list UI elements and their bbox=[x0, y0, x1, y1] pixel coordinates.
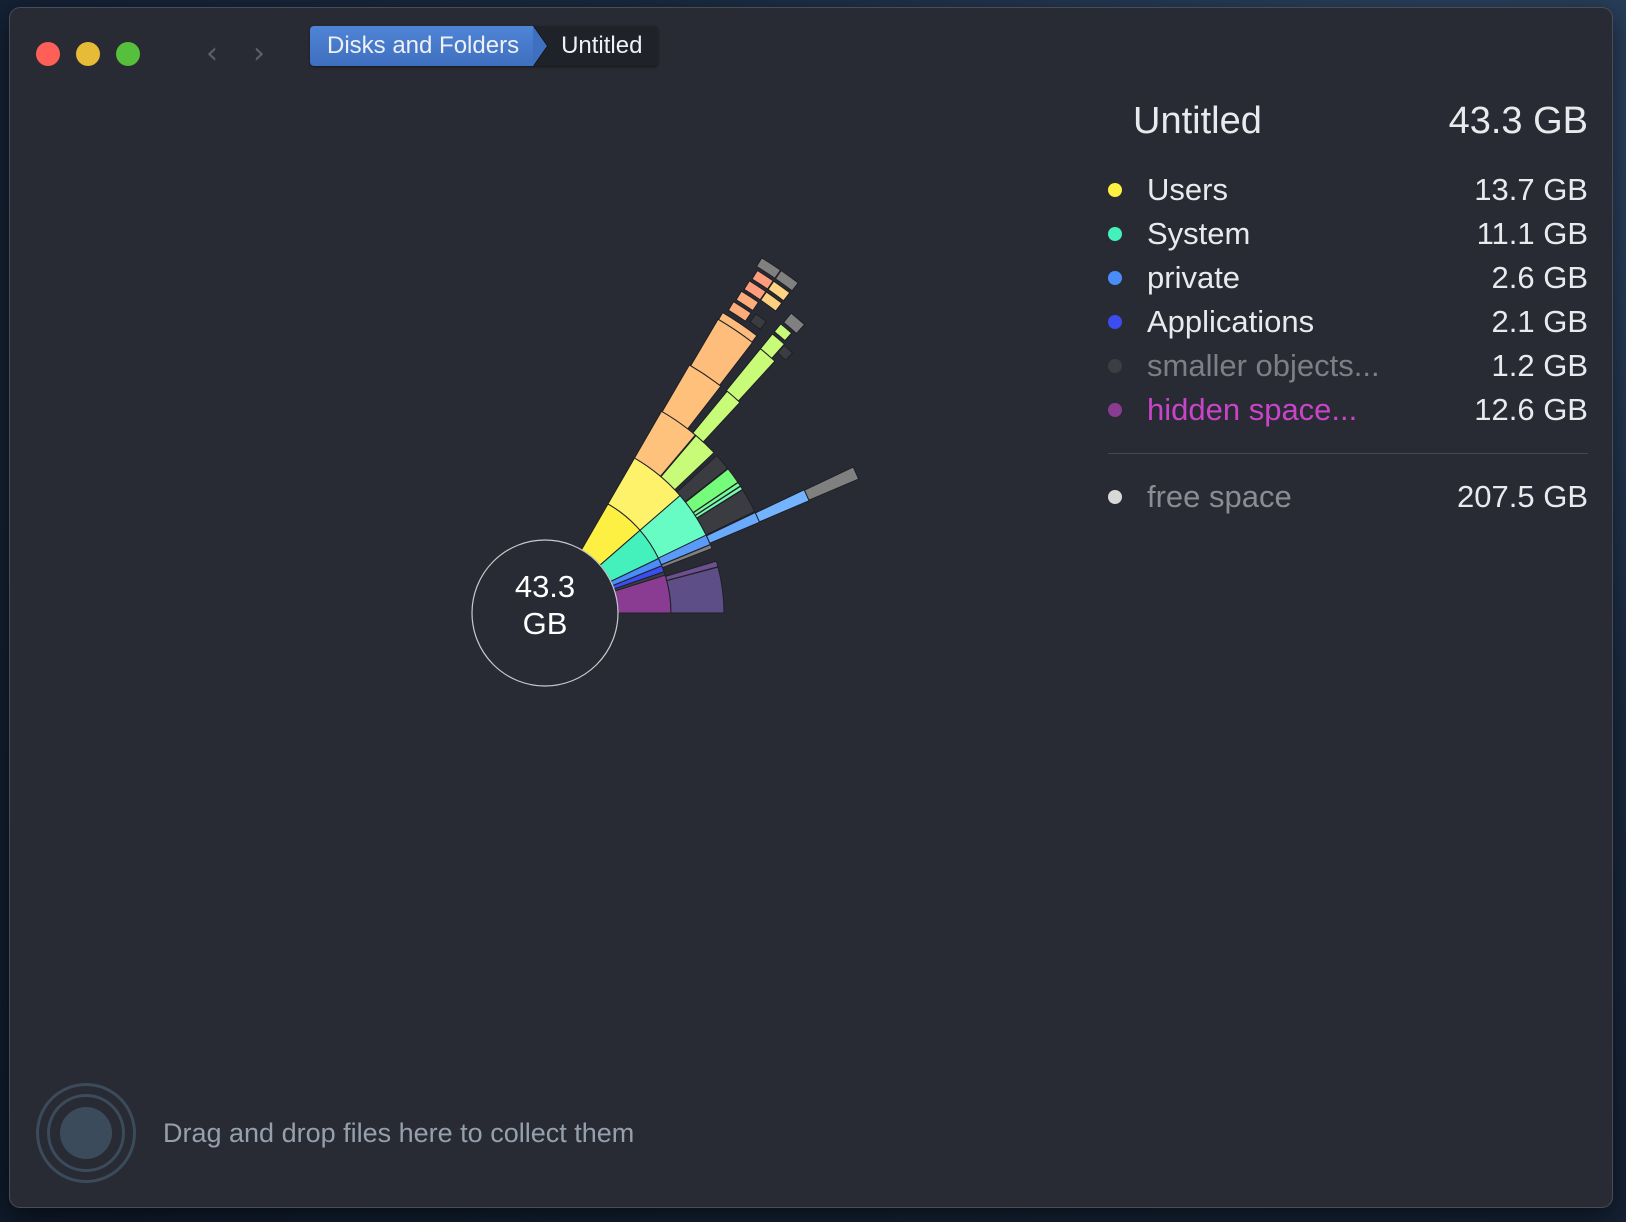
legend-value: 207.5 GB bbox=[1457, 479, 1588, 514]
drop-zone-hint: Drag and drop files here to collect them bbox=[163, 1117, 635, 1148]
segment-private-cap[interactable] bbox=[803, 466, 860, 501]
legend-title: Untitled bbox=[1133, 100, 1262, 142]
legend-label: System bbox=[1147, 216, 1251, 251]
legend-total: 43.3 GB bbox=[1448, 100, 1588, 142]
center-total-unit: GB bbox=[522, 606, 568, 641]
legend-value: 1.2 GB bbox=[1491, 348, 1589, 383]
legend-item-private[interactable]: private 2.6 GB bbox=[1095, 258, 1588, 298]
legend-dot-icon bbox=[1108, 183, 1122, 197]
legend-label: Applications bbox=[1147, 304, 1315, 339]
legend-dot-icon bbox=[1108, 403, 1122, 417]
legend-value: 13.7 GB bbox=[1474, 172, 1588, 207]
legend-value: 2.6 GB bbox=[1491, 260, 1589, 295]
segment-private-3[interactable] bbox=[754, 489, 810, 523]
center-total-label: 43.3 GB bbox=[472, 568, 618, 642]
center-total-value: 43.3 bbox=[514, 569, 576, 604]
legend-item-free-space: free space 207.5 GB bbox=[1095, 477, 1588, 517]
legend-dot-icon bbox=[1108, 359, 1122, 373]
legend-value: 12.6 GB bbox=[1474, 392, 1588, 427]
legend-item-users[interactable]: Users 13.7 GB bbox=[1095, 170, 1588, 210]
legend-label: smaller objects... bbox=[1147, 348, 1380, 383]
legend-label: hidden space... bbox=[1147, 392, 1358, 427]
legend-label: private bbox=[1147, 260, 1241, 295]
legend-value: 11.1 GB bbox=[1476, 216, 1588, 251]
legend-item-smaller-objects[interactable]: smaller objects... 1.2 GB bbox=[1095, 346, 1588, 386]
legend-divider bbox=[1108, 453, 1588, 454]
legend-item-hidden-space[interactable]: hidden space... 12.6 GB bbox=[1095, 390, 1588, 430]
legend-dot-icon bbox=[1108, 315, 1122, 329]
drop-target-icon bbox=[36, 1083, 136, 1183]
legend-item-system[interactable]: System 11.1 GB bbox=[1095, 214, 1588, 254]
legend-dot-icon bbox=[1108, 271, 1122, 285]
legend-item-applications[interactable]: Applications 2.1 GB bbox=[1095, 302, 1588, 342]
drop-zone[interactable]: Drag and drop files here to collect them bbox=[34, 1081, 734, 1185]
app-window: ‹ › Disks and Folders Untitled 43.3 GB U… bbox=[10, 8, 1612, 1207]
legend-label: Users bbox=[1147, 172, 1228, 207]
legend-dot-icon bbox=[1108, 490, 1122, 504]
legend-label: free space bbox=[1147, 479, 1292, 514]
legend-dot-icon bbox=[1108, 227, 1122, 241]
legend-value: 2.1 GB bbox=[1491, 304, 1589, 339]
segment-users-small[interactable] bbox=[749, 313, 767, 331]
